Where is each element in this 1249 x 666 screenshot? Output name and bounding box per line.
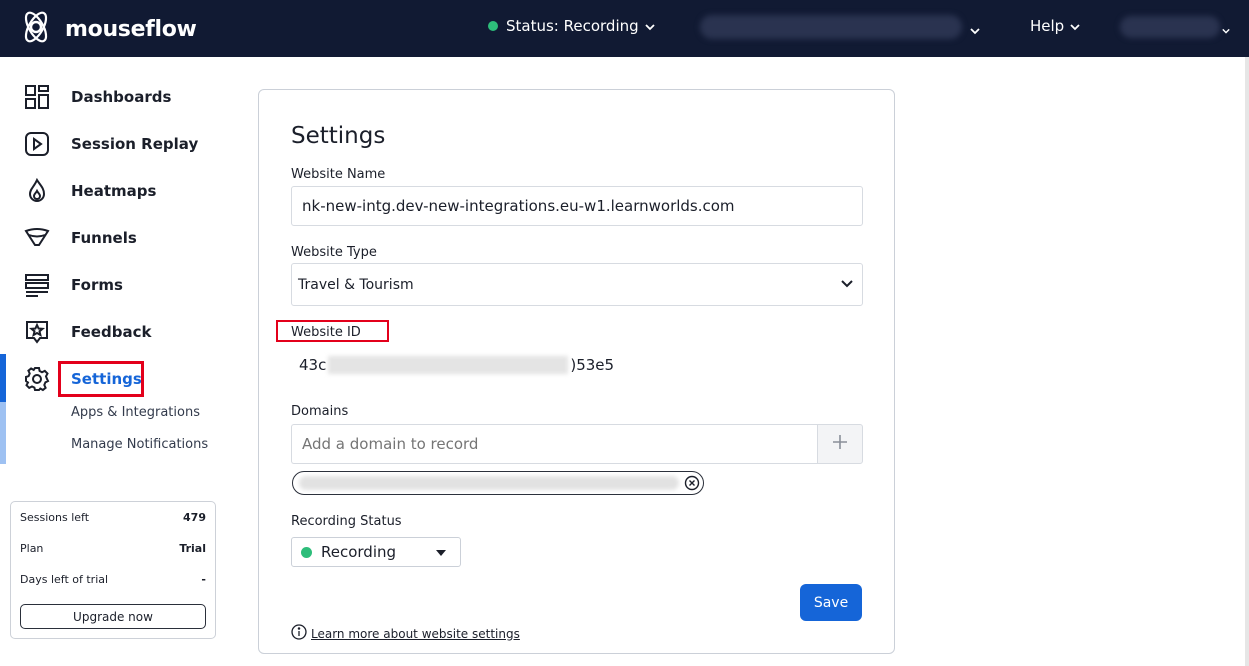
usage-summary: Sessions left 479 Plan Trial Days left o… — [10, 501, 216, 639]
website-id-prefix: 43c — [299, 356, 327, 374]
website-id-label: Website ID — [291, 325, 361, 340]
info-icon — [291, 624, 307, 643]
settings-card: Settings Website Name Website Type Trave… — [258, 89, 895, 654]
domain-add-row — [291, 424, 863, 464]
chevron-down-icon — [840, 277, 854, 295]
form-icon — [24, 272, 50, 298]
sidebar-item-session-replay[interactable]: Session Replay — [0, 124, 240, 164]
plus-icon — [832, 434, 848, 454]
brand-logo[interactable]: mouseflow — [18, 9, 197, 49]
sidebar-item-dashboards[interactable]: Dashboards — [0, 77, 240, 117]
status-label: Status: Recording — [506, 17, 639, 35]
dashboard-grid-icon — [24, 84, 50, 110]
recording-status-select[interactable]: Recording — [291, 537, 461, 567]
domain-input[interactable] — [291, 424, 817, 464]
website-type-value: Travel & Tourism — [298, 276, 414, 293]
sidebar-item-feedback[interactable]: Feedback — [0, 312, 240, 352]
page-title: Settings — [291, 123, 386, 149]
highlight-annotation — [58, 361, 144, 397]
top-bar: mouseflow Status: Recording Help — [0, 0, 1249, 57]
usage-row-sessions: Sessions left 479 — [20, 511, 206, 524]
sidebar-item-label: Funnels — [71, 229, 137, 247]
learn-more: Learn more about website settings — [291, 624, 520, 643]
usage-value: 479 — [183, 511, 206, 524]
redacted-region — [299, 476, 679, 490]
chevron-down-icon — [1070, 17, 1080, 35]
website-id-suffix: )53e5 — [570, 356, 615, 374]
remove-domain-icon[interactable] — [684, 475, 700, 495]
redacted-region — [328, 356, 569, 374]
help-menu[interactable]: Help — [1030, 17, 1080, 35]
website-type-label: Website Type — [291, 245, 377, 260]
sidebar-item-heatmaps[interactable]: Heatmaps — [0, 171, 240, 211]
mouseflow-logo-icon — [18, 9, 54, 49]
usage-row-plan: Plan Trial — [20, 542, 206, 555]
brand-name: mouseflow — [65, 16, 197, 42]
website-name-label: Website Name — [291, 167, 386, 182]
sidebar-item-label: Dashboards — [71, 88, 172, 106]
chevron-down-icon[interactable] — [1222, 20, 1230, 39]
help-label: Help — [1030, 17, 1065, 35]
flame-icon — [24, 178, 50, 204]
usage-label: Days left of trial — [20, 573, 109, 586]
funnel-icon — [24, 225, 50, 251]
gear-icon — [24, 366, 50, 392]
subnav-apps-integrations[interactable]: Apps & Integrations — [71, 405, 200, 420]
sidebar-item-forms[interactable]: Forms — [0, 265, 240, 305]
page-scrollbar[interactable] — [1245, 57, 1249, 666]
chevron-down-icon[interactable] — [970, 20, 980, 39]
usage-label: Plan — [20, 542, 44, 555]
usage-label: Sessions left — [20, 511, 90, 524]
subnav-manage-notifications[interactable]: Manage Notifications — [71, 437, 208, 452]
domain-tag — [292, 471, 704, 495]
chevron-down-icon — [645, 17, 655, 35]
play-icon — [24, 131, 50, 157]
usage-row-days-left: Days left of trial - — [20, 573, 206, 586]
recording-dot-icon — [301, 546, 312, 558]
sidebar-item-label: Heatmaps — [71, 182, 157, 200]
website-id-value: 43c )53e5 — [299, 356, 614, 374]
upgrade-now-button[interactable]: Upgrade now — [20, 604, 206, 629]
sidebar-item-label: Feedback — [71, 323, 152, 341]
add-domain-button[interactable] — [817, 424, 863, 464]
caret-down-icon — [436, 550, 446, 556]
sidebar-item-label: Forms — [71, 276, 123, 294]
usage-value: Trial — [179, 542, 206, 555]
website-type-select[interactable]: Travel & Tourism — [291, 263, 863, 306]
learn-more-link[interactable]: Learn more about website settings — [311, 627, 520, 641]
website-selector[interactable] — [700, 15, 962, 39]
recording-status-value: Recording — [321, 543, 397, 561]
sidebar-item-label: Session Replay — [71, 135, 199, 153]
status-dropdown[interactable]: Status: Recording — [488, 17, 655, 35]
save-button[interactable]: Save — [800, 584, 862, 621]
website-name-input[interactable] — [291, 186, 863, 226]
sidebar-item-funnels[interactable]: Funnels — [0, 218, 240, 258]
status-dot-icon — [488, 21, 498, 31]
star-badge-icon — [24, 319, 50, 345]
recording-status-label: Recording Status — [291, 514, 402, 529]
domains-label: Domains — [291, 404, 349, 419]
user-menu[interactable] — [1120, 16, 1220, 38]
usage-value: - — [201, 573, 206, 586]
